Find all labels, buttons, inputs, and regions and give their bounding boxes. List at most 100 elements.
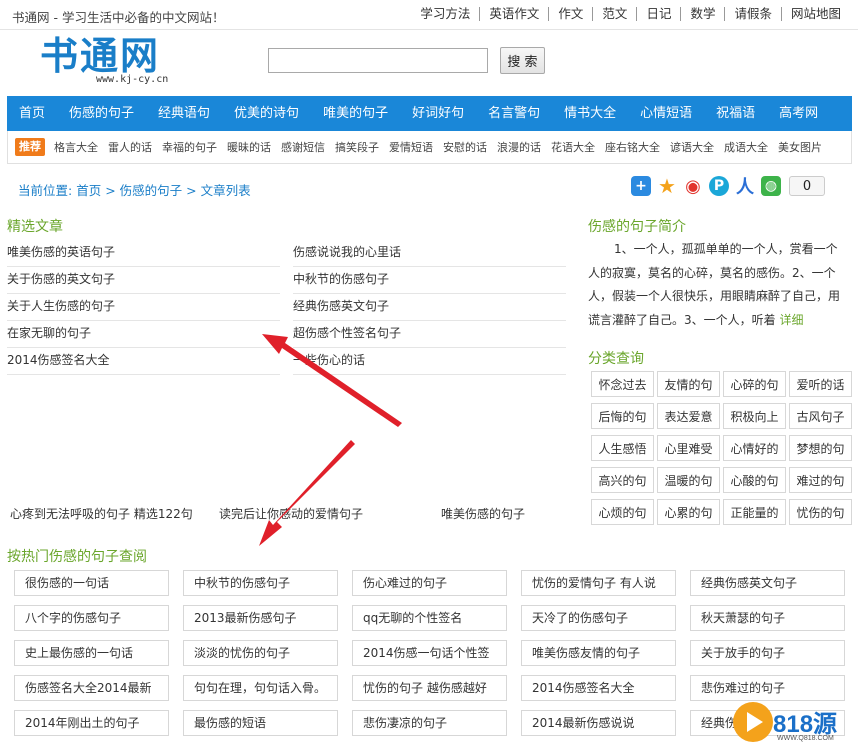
top-link-study-methods[interactable]: 学习方法: [411, 7, 479, 21]
hot-item[interactable]: 悲伤难过的句子: [690, 675, 845, 701]
top-link-sitemap[interactable]: 网站地图: [780, 7, 850, 21]
nav-item-blessings[interactable]: 祝福语: [704, 96, 767, 131]
share-plus-icon[interactable]: +: [631, 176, 651, 196]
category-item[interactable]: 积极向上: [723, 403, 786, 429]
category-item[interactable]: 正能量的: [723, 499, 786, 525]
related-link[interactable]: 读完后让你感动的爱情句子: [219, 505, 363, 522]
list-item[interactable]: 一些伤心的话: [293, 348, 566, 375]
top-link-english-essay[interactable]: 英语作文: [479, 7, 548, 21]
top-link-diary[interactable]: 日记: [636, 7, 680, 21]
hot-item[interactable]: 很伤感的一句话: [14, 570, 169, 596]
nav-item-famous-sayings[interactable]: 名言警句: [476, 96, 552, 131]
top-link-essay[interactable]: 作文: [548, 7, 592, 21]
category-item[interactable]: 心碎的句: [723, 371, 786, 397]
category-item[interactable]: 表达爱意: [657, 403, 720, 429]
hot-item[interactable]: 八个字的伤感句子: [14, 605, 169, 631]
recommend-item[interactable]: 座右铭大全: [600, 139, 665, 155]
renren-icon[interactable]: 人: [735, 176, 755, 198]
hot-item[interactable]: 2014年刚出土的句子: [14, 710, 169, 736]
nav-item-beautiful-poems[interactable]: 优美的诗句: [222, 96, 311, 131]
category-item[interactable]: 心里难受: [657, 435, 720, 461]
hot-item[interactable]: qq无聊的个性签名: [352, 605, 507, 631]
hot-item[interactable]: 2014伤感签名大全: [521, 675, 676, 701]
nav-item-aesthetic-sentences[interactable]: 唯美的句子: [311, 96, 400, 131]
breadcrumb-home[interactable]: 首页: [76, 183, 101, 198]
recommend-item[interactable]: 美女图片: [773, 139, 827, 155]
hot-item[interactable]: 悲伤凄凉的句子: [352, 710, 507, 736]
category-item[interactable]: 后悔的句: [591, 403, 654, 429]
category-item[interactable]: 心酸的句: [723, 467, 786, 493]
category-item[interactable]: 心累的句: [657, 499, 720, 525]
list-item[interactable]: 超伤感个性签名句子: [293, 321, 566, 348]
hot-item[interactable]: 中秋节的伤感句子: [183, 570, 338, 596]
nav-item-sad-sentences[interactable]: 伤感的句子: [57, 96, 146, 131]
hot-item[interactable]: 2013最新伤感句子: [183, 605, 338, 631]
nav-item-love-letters[interactable]: 情书大全: [552, 96, 628, 131]
recommend-item[interactable]: 雷人的话: [103, 139, 157, 155]
list-item[interactable]: 经典伤感英文句子: [293, 294, 566, 321]
weibo-icon[interactable]: ◉: [683, 176, 703, 197]
related-link[interactable]: 心疼到无法呼吸的句子 精选122句: [10, 505, 193, 522]
hot-item[interactable]: 伤感签名大全2014最新: [14, 675, 169, 701]
recommend-item[interactable]: 成语大全: [719, 139, 773, 155]
hot-item[interactable]: 忧伤的句子 越伤感越好: [352, 675, 507, 701]
breadcrumb-category[interactable]: 伤感的句子: [120, 183, 183, 198]
category-item[interactable]: 怀念过去: [591, 371, 654, 397]
search-input[interactable]: [268, 48, 488, 73]
recommend-item[interactable]: 搞笑段子: [330, 139, 384, 155]
list-item[interactable]: 关于人生伤感的句子: [7, 294, 280, 321]
hot-item[interactable]: 2014最新伤感说说: [521, 710, 676, 736]
intro-more-link[interactable]: 详细: [779, 313, 803, 327]
related-link[interactable]: 唯美伤感的句子: [441, 505, 525, 522]
hot-item[interactable]: 经典伤感英文句子: [690, 570, 845, 596]
hot-item[interactable]: 句句在理，句句话入骨。: [183, 675, 338, 701]
top-link-sample[interactable]: 范文: [592, 7, 636, 21]
list-item[interactable]: 伤感说说我的心里话: [293, 240, 566, 267]
category-item[interactable]: 难过的句: [789, 467, 852, 493]
recommend-item[interactable]: 谚语大全: [665, 139, 719, 155]
list-item[interactable]: 唯美伤感的英语句子: [7, 240, 280, 267]
recommend-item[interactable]: 暖昧的话: [222, 139, 276, 155]
recommend-item[interactable]: 安慰的话: [438, 139, 492, 155]
list-item[interactable]: 在家无聊的句子: [7, 321, 280, 348]
favorite-star-icon[interactable]: ★: [657, 174, 677, 198]
breadcrumb-current[interactable]: 文章列表: [201, 183, 251, 198]
category-item[interactable]: 友情的句: [657, 371, 720, 397]
recommend-item[interactable]: 感谢短信: [276, 139, 330, 155]
hot-item[interactable]: 关于放手的句子: [690, 640, 845, 666]
hot-item[interactable]: 唯美伤感友情的句子: [521, 640, 676, 666]
list-item[interactable]: 中秋节的伤感句子: [293, 267, 566, 294]
site-logo[interactable]: 书通网 www.kj-cy.cn: [40, 36, 180, 88]
wechat-icon[interactable]: ◍: [761, 176, 781, 196]
list-item[interactable]: 关于伤感的英文句子: [7, 267, 280, 294]
category-item[interactable]: 心情好的: [723, 435, 786, 461]
recommend-item[interactable]: 幸福的句子: [157, 139, 222, 155]
category-item[interactable]: 忧伤的句: [789, 499, 852, 525]
list-item[interactable]: 2014伤感签名大全: [7, 348, 280, 375]
nav-item-gaokao[interactable]: 高考网: [767, 96, 830, 131]
nav-item-home[interactable]: 首页: [7, 96, 57, 131]
top-link-leave-note[interactable]: 请假条: [724, 7, 781, 21]
recommend-item[interactable]: 浪漫的话: [492, 139, 546, 155]
hot-item[interactable]: 史上最伤感的一句话: [14, 640, 169, 666]
category-item[interactable]: 古风句子: [789, 403, 852, 429]
hot-item[interactable]: 伤心难过的句子: [352, 570, 507, 596]
hot-item[interactable]: 2014伤感一句话个性签: [352, 640, 507, 666]
search-button[interactable]: 搜 索: [500, 47, 545, 74]
category-item[interactable]: 温暖的句: [657, 467, 720, 493]
recommend-item[interactable]: 格言大全: [49, 139, 103, 155]
hot-item[interactable]: 天冷了的伤感句子: [521, 605, 676, 631]
recommend-item[interactable]: 花语大全: [546, 139, 600, 155]
category-item[interactable]: 心烦的句: [591, 499, 654, 525]
top-link-math[interactable]: 数学: [680, 7, 724, 21]
category-item[interactable]: 爱听的话: [789, 371, 852, 397]
nav-item-mood-phrases[interactable]: 心情短语: [628, 96, 704, 131]
hot-item[interactable]: 秋天萧瑟的句子: [690, 605, 845, 631]
category-item[interactable]: 人生感悟: [591, 435, 654, 461]
category-item[interactable]: 梦想的句: [789, 435, 852, 461]
nav-item-good-words[interactable]: 好词好句: [400, 96, 476, 131]
pinterest-icon[interactable]: P: [709, 176, 729, 196]
nav-item-classic-quotes[interactable]: 经典语句: [146, 96, 222, 131]
hot-item[interactable]: 最伤感的短语: [183, 710, 338, 736]
recommend-item[interactable]: 爱情短语: [384, 139, 438, 155]
